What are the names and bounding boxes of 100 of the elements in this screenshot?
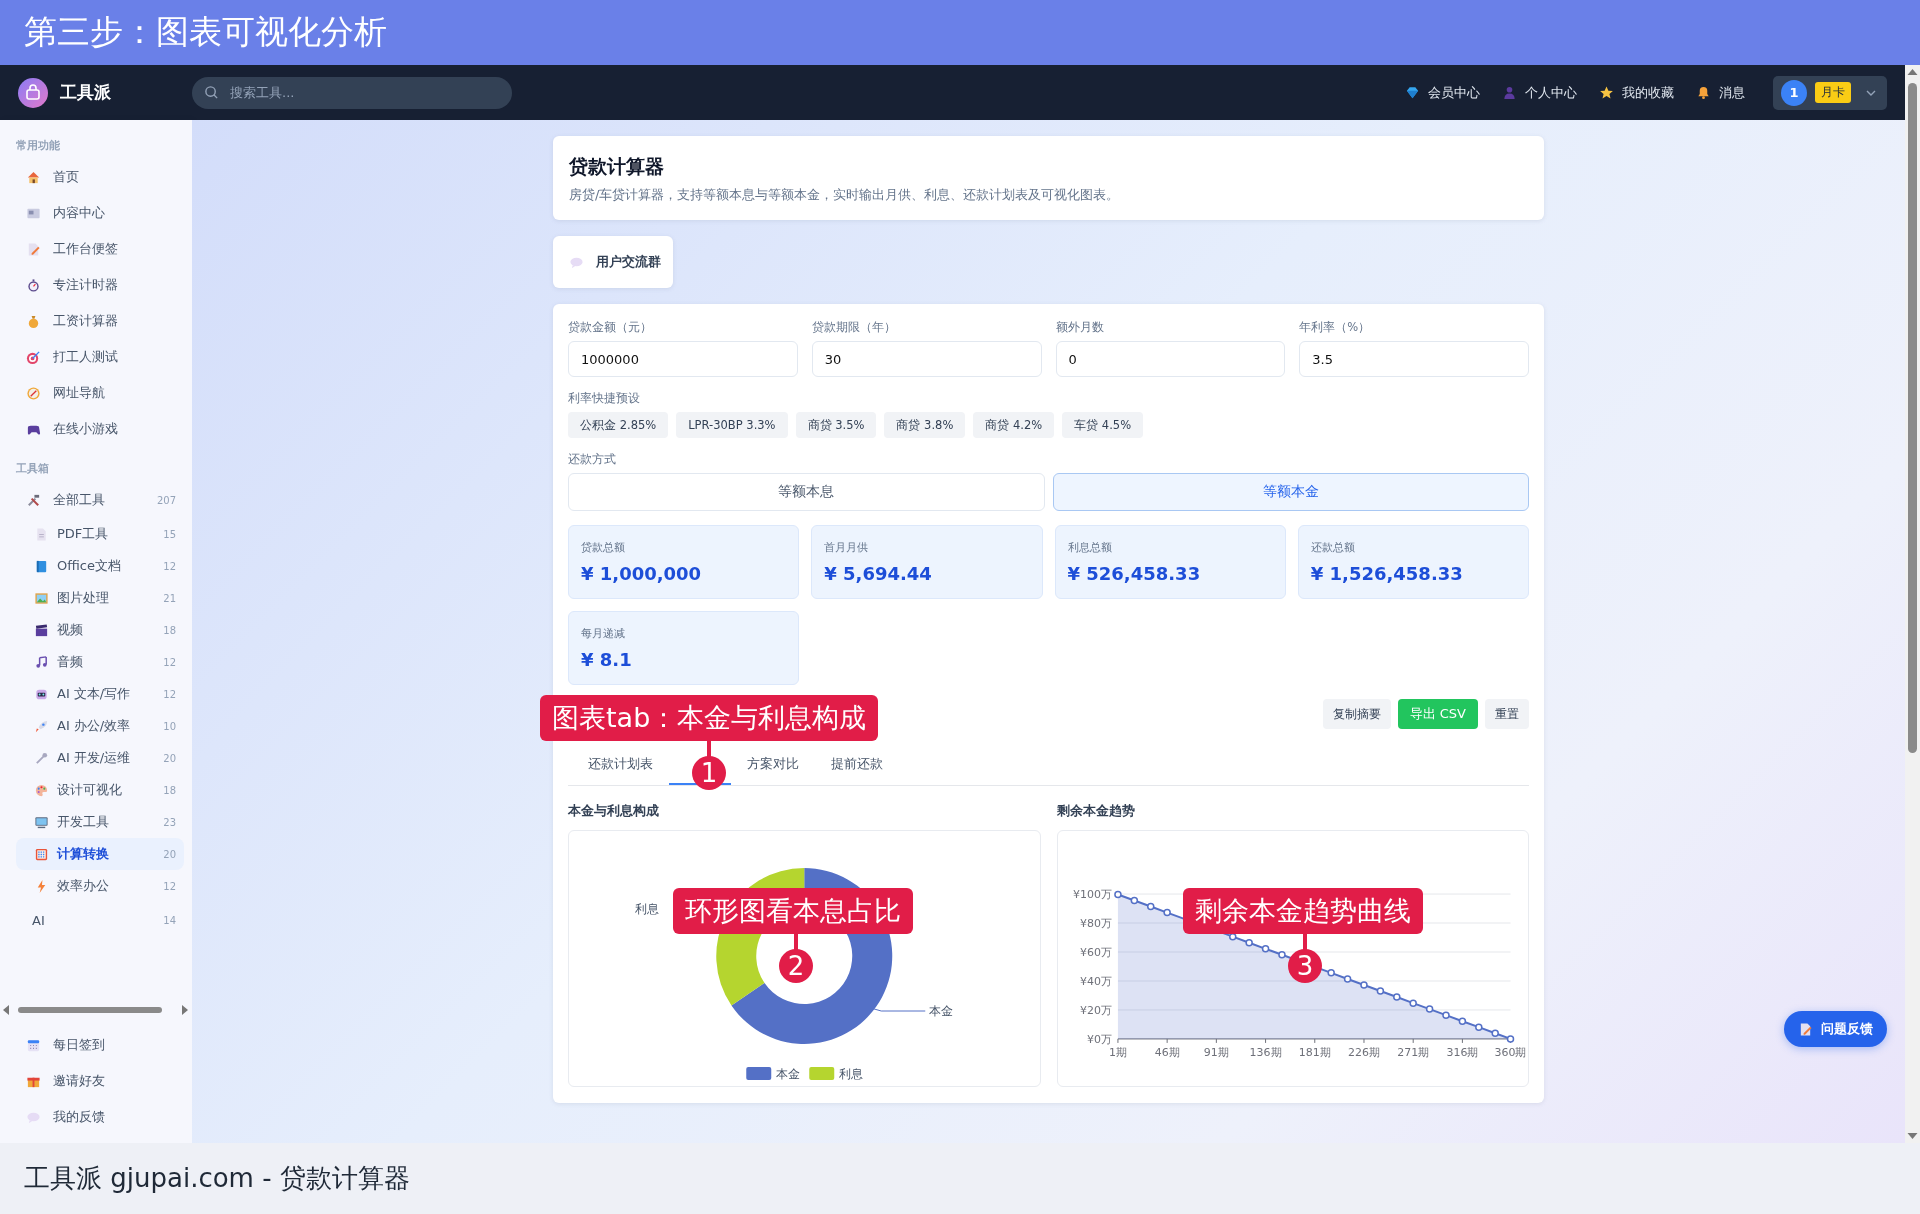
sidebar-item[interactable]: Office文档 12: [16, 550, 184, 582]
sidebar-item[interactable]: 内容中心: [16, 195, 184, 231]
feedback-button[interactable]: 问题反馈: [1784, 1011, 1887, 1047]
axis-label: ¥20万: [1079, 1003, 1112, 1017]
item-label: 打工人测试: [53, 348, 118, 366]
item-count: 12: [163, 688, 176, 700]
banner-title: 第三步：图表可视化分析: [24, 11, 387, 53]
axis-label: 360期: [1494, 1045, 1526, 1059]
axis-label: 91期: [1203, 1045, 1229, 1059]
item-label: AI: [32, 912, 45, 928]
plan-badge: 月卡: [1815, 82, 1851, 103]
axis-label: 316期: [1445, 1045, 1478, 1059]
calendar-icon: [26, 1037, 41, 1053]
sidebar-item[interactable]: 打工人测试: [16, 339, 184, 375]
item-count: 12: [163, 880, 176, 892]
nav-link[interactable]: 会员中心: [1405, 83, 1480, 102]
tab[interactable]: 方案对比: [731, 745, 815, 785]
axis-label: 136期: [1249, 1045, 1282, 1059]
sidebar-item[interactable]: 音频 12: [16, 646, 184, 678]
tab[interactable]: 还款计划表: [572, 745, 669, 785]
input-field[interactable]: 3.5: [1299, 341, 1529, 377]
item-label: 每日签到: [53, 1036, 105, 1054]
legend-swatch: [746, 1067, 772, 1080]
item-count: 21: [163, 592, 176, 604]
axis-label: ¥60万: [1079, 946, 1112, 959]
item-label: 视频: [57, 621, 83, 639]
field-label: 贷款期限（年）: [811, 320, 897, 335]
wrench-icon: [34, 750, 49, 766]
group-chat-button[interactable]: 用户交流群: [553, 236, 673, 288]
diamond-icon: [1405, 85, 1420, 100]
slice-label: 利息: [635, 902, 660, 916]
sidebar-item[interactable]: 效率办公 12: [16, 870, 184, 902]
monitor-icon: [34, 814, 49, 830]
sidebar-item[interactable]: 设计可视化 18: [16, 774, 184, 806]
memo-icon: [26, 241, 41, 257]
item-count: 10: [163, 720, 176, 732]
data-point: [1458, 1017, 1466, 1025]
data-point: [1162, 908, 1171, 917]
input-field[interactable]: 30: [811, 341, 1042, 377]
sidebar-item[interactable]: 每日签到: [16, 1027, 184, 1063]
stopwatch-icon: [26, 277, 41, 293]
item-count: 12: [163, 560, 176, 572]
sidebar-item[interactable]: 工资计算器: [16, 303, 184, 339]
logo-icon[interactable]: [18, 77, 48, 108]
item-label: 开发工具: [57, 813, 109, 831]
brand-name[interactable]: 工具派: [60, 81, 111, 104]
method-option[interactable]: 等额本息: [568, 473, 1045, 511]
sidebar-item[interactable]: AI 文本/写作 12: [16, 678, 184, 710]
sidebar-item[interactable]: 图片处理 21: [16, 582, 184, 614]
vertical-scrollbar[interactable]: [1905, 65, 1920, 1143]
memo-icon: [1798, 1021, 1813, 1037]
sidebar-item[interactable]: 专注计时器: [16, 267, 184, 303]
sidebar-item[interactable]: 视频 18: [16, 614, 184, 646]
input-field[interactable]: 1000000: [568, 341, 798, 377]
data-point: [1441, 1011, 1450, 1019]
input-field[interactable]: 0: [1055, 341, 1286, 377]
legend-label: 利息: [839, 1067, 864, 1081]
sidebar-item[interactable]: 在线小游戏: [16, 411, 184, 447]
sidebar-item[interactable]: AI 开发/运维 20: [16, 742, 184, 774]
nav-link[interactable]: 我的收藏: [1599, 83, 1674, 102]
axis-label: ¥40万: [1079, 974, 1112, 988]
action-button[interactable]: 复制摘要: [1322, 699, 1391, 729]
tab[interactable]: 提前还款: [815, 745, 899, 785]
field-label: 年利率（%）: [1299, 320, 1372, 335]
star-icon: [1599, 85, 1614, 100]
sidebar-item[interactable]: AI 办公/效率 10: [16, 710, 184, 742]
item-count: 12: [163, 656, 176, 668]
sidebar-item[interactable]: 邀请好友: [16, 1063, 184, 1099]
sidebar-item[interactable]: 计算转换 20: [16, 838, 184, 870]
sidebar-item[interactable]: 我的反馈: [16, 1099, 184, 1135]
method-option[interactable]: 等额本金: [1052, 473, 1529, 511]
data-point: [1506, 1035, 1514, 1043]
preset-chip[interactable]: 公积金 2.85%: [568, 412, 669, 438]
data-point: [1343, 975, 1351, 983]
search-field[interactable]: 搜索工具...: [192, 76, 512, 109]
field-label: 还款方式: [568, 452, 617, 467]
sidebar-item[interactable]: 首页: [16, 159, 184, 195]
preset-chip[interactable]: 车贷 4.5%: [1062, 412, 1144, 438]
nav-link[interactable]: 个人中心: [1502, 83, 1577, 102]
item-count: 23: [163, 816, 176, 828]
nav-link[interactable]: 消息: [1696, 83, 1745, 102]
data-point: [1474, 1023, 1483, 1031]
preset-chip[interactable]: 商贷 3.5%: [795, 412, 877, 438]
music-note-icon: [34, 654, 49, 670]
sidebar-item[interactable]: PDF工具 15: [16, 518, 184, 550]
sidebar-item[interactable]: 全部工具 207: [16, 482, 184, 518]
item-count: 14: [163, 914, 176, 926]
stat-value: ¥ 526,458.33: [1067, 563, 1202, 584]
sidebar-item[interactable]: 开发工具 23: [16, 806, 184, 838]
data-point: [1376, 987, 1384, 995]
sidebar-item[interactable]: 工作台便签: [16, 231, 184, 267]
action-button[interactable]: 重置: [1485, 699, 1529, 729]
preset-chip[interactable]: 商贷 3.8%: [884, 412, 966, 438]
sidebar-item[interactable]: AI 14: [16, 902, 184, 938]
user-menu[interactable]: 1 月卡: [1773, 75, 1887, 110]
sidebar-item[interactable]: 网址导航: [16, 375, 184, 411]
preset-chip[interactable]: LPR-30BP 3.3%: [676, 412, 788, 438]
data-point: [1228, 932, 1236, 941]
legend-swatch: [809, 1067, 835, 1080]
preset-chip[interactable]: 商贷 4.2%: [973, 412, 1055, 438]
